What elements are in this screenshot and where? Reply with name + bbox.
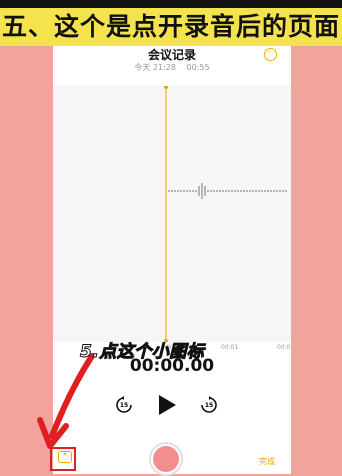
record-button[interactable]	[149, 442, 183, 476]
record-icon	[153, 446, 179, 472]
play-icon	[159, 395, 176, 415]
more-options-button[interactable]: ···	[264, 48, 277, 61]
skip-back-15-button[interactable]: 15	[115, 396, 133, 414]
waveform-bars	[168, 183, 287, 199]
waveform-graphic	[164, 86, 287, 342]
time-label-1: 00:01	[221, 344, 239, 351]
instruction-banner: 五、这个是点开录音后的页面	[0, 8, 342, 46]
playhead-top-dot	[164, 86, 168, 89]
done-button[interactable]: 完成	[259, 456, 275, 467]
ellipsis-circle-icon: ···	[266, 48, 275, 57]
recording-date: 今天 21:28	[134, 63, 176, 72]
annotation-arrow	[37, 353, 95, 449]
recording-meta: 今天 21:28 00:55	[53, 62, 291, 73]
skip-forward-15-button[interactable]: 15	[200, 396, 218, 414]
skip-forward-label: 15	[204, 401, 214, 409]
waveform-area[interactable]: 00:00 00:01 00:0	[53, 86, 291, 351]
skip-back-label: 15	[119, 401, 129, 409]
recording-title: 会议记录	[147, 48, 196, 62]
annotation-highlight-box	[50, 447, 76, 471]
play-button[interactable]	[157, 394, 177, 416]
annotation-callout: 5.点这个小图标	[79, 342, 205, 363]
time-label-2: 00:0	[277, 344, 291, 351]
top-strip	[0, 0, 342, 8]
recording-duration: 00:55	[186, 63, 210, 72]
